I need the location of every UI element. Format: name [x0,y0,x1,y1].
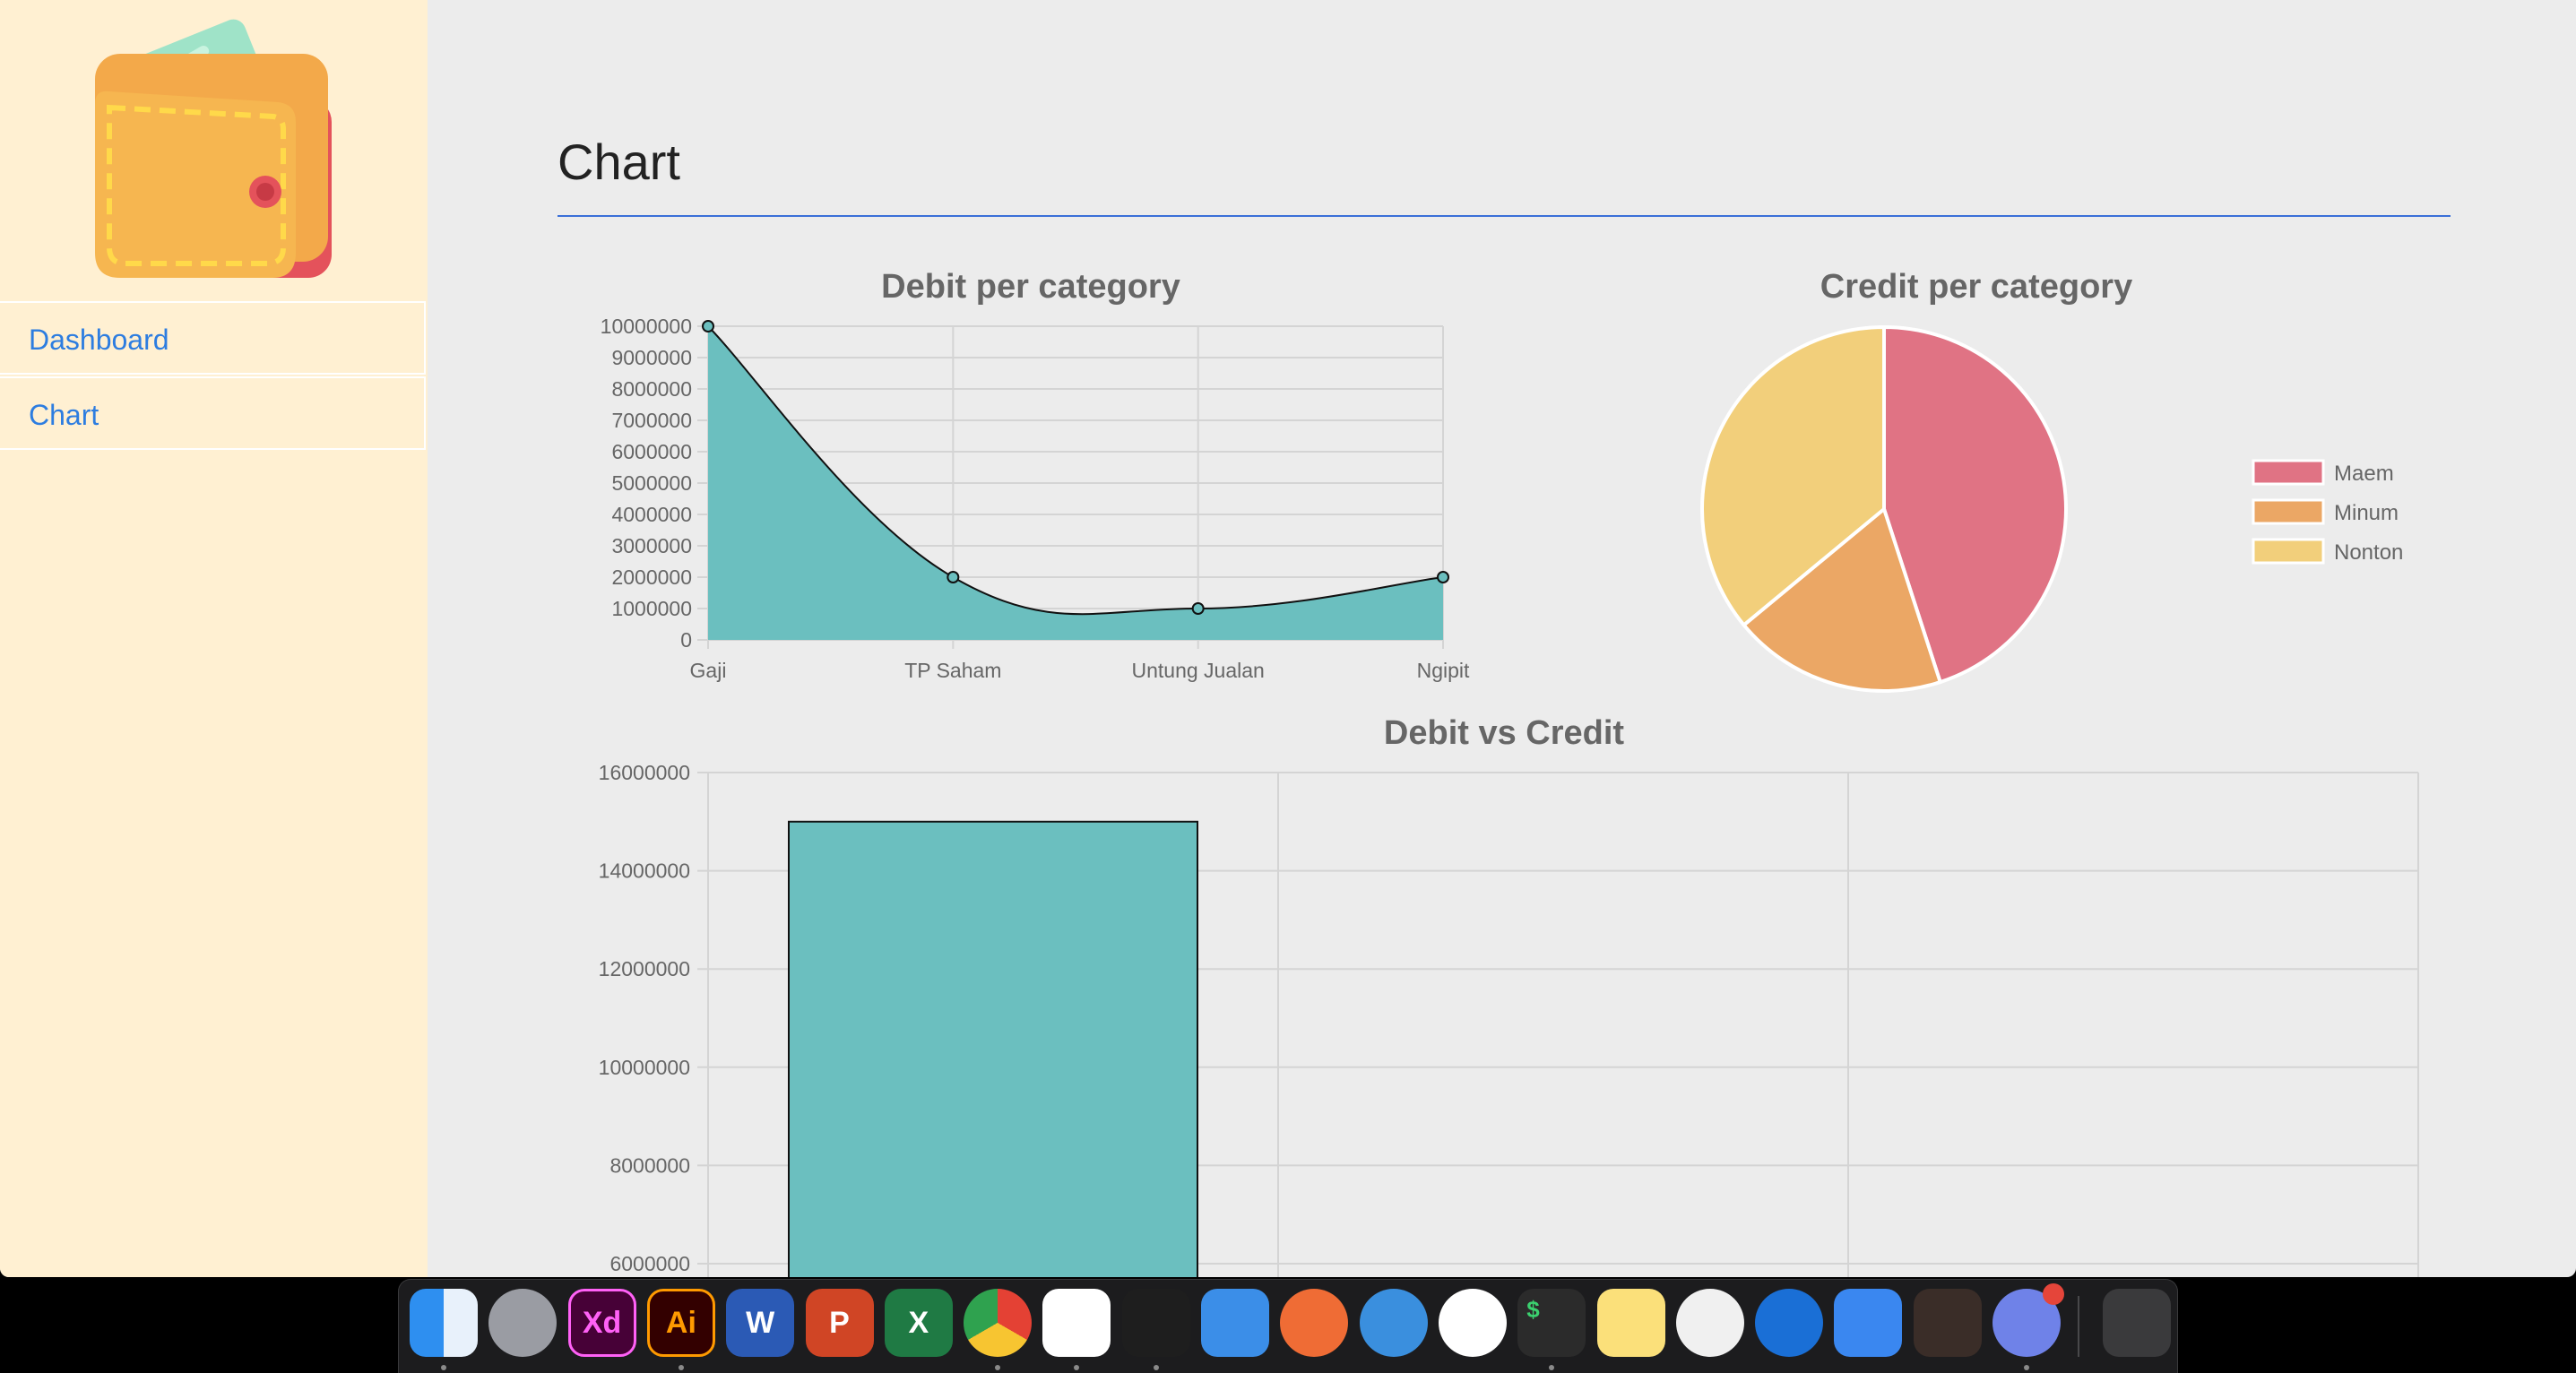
finder-icon[interactable] [410,1289,478,1357]
dock-app-label: $ [1526,1296,1540,1323]
excel-icon[interactable]: X [884,1289,953,1357]
mongodb-icon[interactable] [1438,1289,1507,1357]
x-tick-label: Gaji [690,659,727,682]
xcode-icon[interactable] [1201,1289,1269,1357]
legend-swatch[interactable] [2252,498,2325,525]
legend-label[interactable]: Minum [2334,501,2399,525]
y-tick-label: 1000000 [611,597,692,620]
x-tick-label: TP Saham [904,659,1001,682]
vscode-icon[interactable] [1121,1289,1190,1357]
adobe-xd-icon[interactable]: Xd [567,1289,636,1357]
y-tick-label: 0 [680,628,692,652]
powerpoint-icon[interactable]: P [805,1289,874,1357]
chrome-icon[interactable] [964,1289,1033,1357]
y-tick-label: 5000000 [611,471,692,495]
data-point[interactable] [1191,602,1205,615]
notification-badge [2043,1283,2064,1305]
legend-swatch[interactable] [2252,459,2325,486]
teamviewer-icon[interactable] [1755,1289,1824,1357]
y-tick-label: 7000000 [611,409,692,432]
chart-title: Debit per category [881,268,1180,306]
y-tick-label: 12000000 [599,957,690,980]
y-tick-label: 2000000 [611,566,692,589]
y-tick-label: 8000000 [609,1153,690,1177]
data-point[interactable] [947,571,960,583]
postman-icon[interactable] [1280,1289,1349,1357]
debit-per-category-chart: Debit per category 0 1000000 2000000 3000000… [601,268,1470,682]
y-tick-label: 16000000 [599,761,690,784]
running-indicator [1153,1365,1159,1370]
photos-icon[interactable] [1675,1289,1744,1357]
discord-icon[interactable] [1993,1283,2064,1357]
debit-vs-credit-chart: Debit vs Credit 6000000 8000000 10000000 120… [599,714,2419,1277]
dock-app-label: Xd [582,1305,622,1340]
trash-icon[interactable] [2103,1289,2171,1357]
legend-swatch[interactable] [2252,538,2325,565]
dock-app-label: X [908,1305,929,1340]
word-icon[interactable]: W [726,1289,795,1357]
y-tick-label: 10000000 [599,1056,690,1079]
dock-app-label: P [829,1305,850,1340]
y-tick-label: 9000000 [611,346,692,369]
y-tick-label: 14000000 [599,859,690,883]
data-point[interactable] [1437,571,1449,583]
zoom-icon[interactable] [1834,1289,1903,1357]
y-tick-label: 6000000 [609,1252,690,1275]
running-indicator [2024,1365,2029,1370]
chart-title: Debit vs Credit [1384,714,1625,752]
x-tick-label: Ngipit [1417,659,1470,682]
charts-canvas: Debit per category 0 1000000 2000000 3000000… [599,268,2419,1277]
bar[interactable] [788,820,1198,1277]
y-tick-label: 10000000 [601,315,692,338]
dock-app-label: Ai [665,1305,696,1340]
dock-separator [2078,1296,2079,1357]
slack-icon[interactable] [1042,1289,1111,1357]
app-window: Dashboard Chart Chart Debit per category… [0,0,2576,1277]
data-point[interactable] [702,320,714,332]
credit-per-category-chart: Credit per category Maem Minum Nonton [1700,268,2403,693]
running-indicator [678,1365,684,1370]
y-tick-label: 3000000 [611,534,692,557]
terminal-icon[interactable]: $ [1517,1289,1586,1357]
y-tick-label: 8000000 [611,377,692,401]
chart-title: Credit per category [1820,268,2132,306]
running-indicator [1549,1365,1555,1370]
y-tick-label: 4000000 [611,503,692,526]
macos-dock: Xd Ai W P X $ [398,1279,2178,1373]
running-indicator [995,1365,1001,1370]
tableplus-icon[interactable] [1359,1289,1428,1357]
dock-app-label: W [746,1305,775,1340]
launchpad-icon[interactable] [488,1289,558,1357]
hacktiv8-icon[interactable] [1913,1289,1982,1357]
y-tick-label: 6000000 [611,440,692,463]
running-indicator [1074,1365,1080,1370]
adobe-illustrator-icon[interactable]: Ai [646,1289,715,1357]
legend-label[interactable]: Nonton [2334,540,2403,565]
x-tick-label: Untung Jualan [1131,659,1264,682]
legend-label[interactable]: Maem [2334,462,2394,486]
running-indicator [441,1365,446,1370]
notes-icon[interactable] [1596,1289,1665,1357]
